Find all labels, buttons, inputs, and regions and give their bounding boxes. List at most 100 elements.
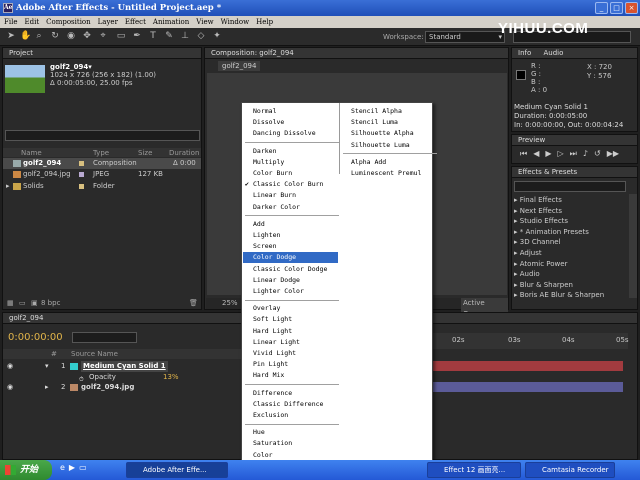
blend-mode-item[interactable]: Exclusion xyxy=(243,410,338,421)
last-frame-icon[interactable]: ⏭ xyxy=(570,149,577,159)
layer-name[interactable]: golf2_094.jpg xyxy=(81,382,134,393)
anchor-tool-icon[interactable]: ⌖ xyxy=(98,31,108,42)
column-number[interactable]: # xyxy=(51,349,57,359)
blend-mode-item[interactable]: Silhouette Luma xyxy=(341,140,433,151)
media-player-icon[interactable]: ▶ xyxy=(69,463,75,472)
blend-mode-item[interactable]: ✔ Classic Color Burn xyxy=(243,179,338,190)
blend-mode-item[interactable]: Luminescent Premul xyxy=(341,168,433,179)
layer-row[interactable]: ◉ ▾ 1 Medium Cyan Solid 1 xyxy=(3,361,243,372)
new-folder-icon[interactable]: ▭ xyxy=(19,298,26,309)
clone-stamp-tool-icon[interactable]: ⊥ xyxy=(180,31,190,42)
composition-subtab[interactable]: golf2_094 xyxy=(218,61,261,71)
brush-tool-icon[interactable]: ✎ xyxy=(164,31,174,42)
effects-category-item[interactable]: ▸ * Animation Presets xyxy=(514,227,628,237)
visibility-eye-icon[interactable]: ◉ xyxy=(7,382,13,393)
workspace-select[interactable]: Standard xyxy=(425,31,505,43)
taskbar-item-after-effects[interactable]: Adobe After Effe... xyxy=(126,462,228,478)
blend-mode-item[interactable]: Screen xyxy=(243,241,338,252)
blend-mode-item[interactable]: Add xyxy=(243,219,338,230)
blend-mode-item[interactable]: Alpha Add xyxy=(341,157,433,168)
blend-mode-item[interactable]: Pin Light xyxy=(243,359,338,370)
ie-icon[interactable]: e xyxy=(60,463,65,472)
layer-row[interactable]: ◉ ▸ 2 golf2_094.jpg xyxy=(3,382,243,393)
blend-mode-item[interactable]: Multiply xyxy=(243,157,338,168)
camera-tool-icon[interactable]: ◉ xyxy=(66,31,76,42)
preview-tab[interactable]: Preview xyxy=(512,135,637,146)
project-item-name[interactable]: golf2_094▾ xyxy=(50,63,156,71)
menu-view[interactable]: View xyxy=(196,16,213,28)
effects-category-item[interactable]: ▸ Atomic Power xyxy=(514,259,628,269)
zoom-level[interactable]: 25% xyxy=(222,298,238,309)
effects-tab[interactable]: Effects & Presets xyxy=(512,167,637,178)
effects-search-input[interactable] xyxy=(514,181,626,192)
menu-composition[interactable]: Composition xyxy=(46,16,91,28)
layer-duration-bar[interactable] xyxy=(430,361,623,371)
layer-name[interactable]: Medium Cyan Solid 1 xyxy=(81,361,168,372)
effects-category-item[interactable]: ▸ Studio Effects xyxy=(514,216,628,226)
blend-mode-item[interactable]: Dissolve xyxy=(243,117,338,128)
composition-tab[interactable]: Composition: golf2_094 xyxy=(205,48,508,59)
menu-file[interactable]: File xyxy=(4,16,17,28)
pan-behind-tool-icon[interactable]: ✥ xyxy=(82,31,92,42)
timecode[interactable]: 0:00:00:00 xyxy=(8,332,63,343)
blend-mode-item[interactable]: Darker Color xyxy=(243,202,338,213)
blend-mode-item[interactable]: Color Burn xyxy=(243,168,338,179)
eraser-tool-icon[interactable]: ◇ xyxy=(196,31,206,42)
menu-layer[interactable]: Layer xyxy=(98,16,118,28)
expand-triangle-icon[interactable]: ▸ xyxy=(6,181,10,192)
effects-category-item[interactable]: ▸ Adjust xyxy=(514,248,628,258)
audio-icon[interactable]: ♪ xyxy=(583,149,588,159)
blend-mode-item[interactable]: Stencil Luma xyxy=(341,117,433,128)
menu-window[interactable]: Window xyxy=(221,16,250,28)
column-name[interactable]: Name xyxy=(21,149,42,157)
ram-preview-icon[interactable]: ▶▶ xyxy=(607,149,619,159)
new-comp-icon[interactable]: ▣ xyxy=(31,298,38,309)
blend-mode-item[interactable]: Color Dodge xyxy=(243,252,338,264)
blend-mode-item[interactable]: Stencil Alpha xyxy=(341,106,433,117)
project-row[interactable]: golf2_094 Composition Δ 0:00 xyxy=(3,158,201,169)
effects-category-item[interactable]: ▸ Final Effects xyxy=(514,195,628,205)
text-tool-icon[interactable]: T xyxy=(148,31,158,42)
expand-triangle-icon[interactable]: ▾ xyxy=(45,361,49,372)
timeline-search-input[interactable] xyxy=(72,332,137,343)
trash-icon[interactable]: 🗑 xyxy=(189,298,198,309)
next-frame-icon[interactable]: ▷ xyxy=(558,149,564,159)
layer-duration-bar[interactable] xyxy=(430,382,623,392)
column-type[interactable]: Type xyxy=(93,149,109,157)
blend-mode-item[interactable]: Silhouette Alpha xyxy=(341,128,433,139)
visibility-eye-icon[interactable]: ◉ xyxy=(7,361,13,372)
project-bpc[interactable]: 8 bpc xyxy=(41,298,60,309)
menu-edit[interactable]: Edit xyxy=(24,16,39,28)
time-ruler[interactable]: 02s 03s 04s 05s xyxy=(430,333,629,349)
menu-help[interactable]: Help xyxy=(256,16,273,28)
blend-mode-item[interactable]: Vivid Light xyxy=(243,348,338,359)
interpret-footage-icon[interactable]: ▦ xyxy=(7,298,14,309)
show-desktop-icon[interactable]: ▭ xyxy=(79,463,87,472)
effects-category-item[interactable]: ▸ 3D Channel xyxy=(514,237,628,247)
pen-tool-icon[interactable]: ✒ xyxy=(132,31,142,42)
prev-frame-icon[interactable]: ◀ xyxy=(533,149,539,159)
blend-mode-item[interactable]: Saturation xyxy=(243,438,338,449)
rectangle-tool-icon[interactable]: ▭ xyxy=(116,31,126,42)
blend-mode-item[interactable]: Linear Dodge xyxy=(243,275,338,286)
effects-category-item[interactable]: ▸ Audio xyxy=(514,269,628,279)
blend-mode-item[interactable]: Classic Color Dodge xyxy=(243,264,338,275)
blend-mode-item[interactable]: Normal xyxy=(243,106,338,117)
maximize-button[interactable]: □ xyxy=(610,2,623,14)
blend-mode-item[interactable]: Darken xyxy=(243,146,338,157)
effects-category-item[interactable]: ▸ Boris AE Blur & Sharpen xyxy=(514,290,628,300)
play-icon[interactable]: ▶ xyxy=(545,149,551,159)
tab-audio[interactable]: Audio xyxy=(543,49,563,57)
puppet-tool-icon[interactable]: ✦ xyxy=(212,31,222,42)
tab-info[interactable]: Info xyxy=(518,49,531,57)
effects-scrollbar[interactable] xyxy=(629,194,637,298)
selection-tool-icon[interactable]: ➤ xyxy=(6,31,16,42)
menu-effect[interactable]: Effect xyxy=(125,16,146,28)
blend-mode-item[interactable]: Lighten xyxy=(243,230,338,241)
blend-mode-item[interactable]: Dancing Dissolve xyxy=(243,128,338,139)
project-row[interactable]: ▸ Solids Folder xyxy=(3,181,201,192)
project-row[interactable]: golf2_094.jpg JPEG 127 KB xyxy=(3,169,201,180)
minimize-button[interactable]: _ xyxy=(595,2,608,14)
blend-mode-item[interactable]: Hard Light xyxy=(243,326,338,337)
project-search-input[interactable] xyxy=(5,130,200,141)
